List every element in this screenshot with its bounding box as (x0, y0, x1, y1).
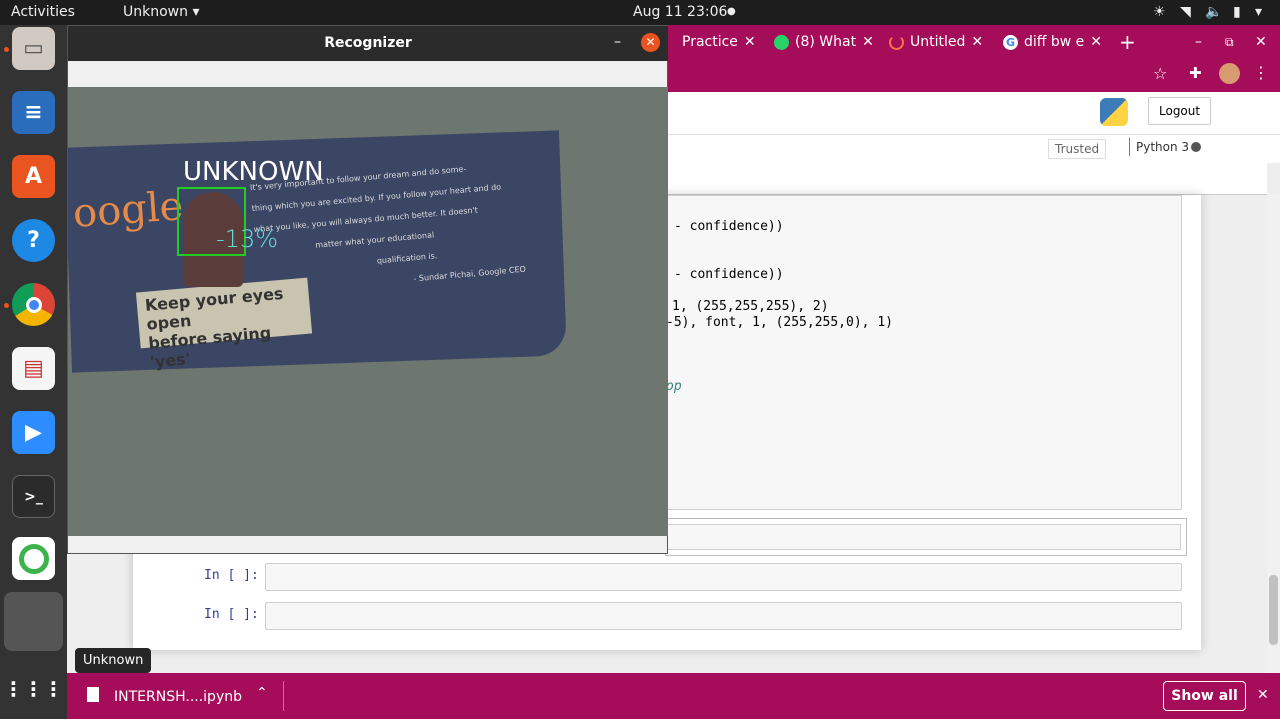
jupyter-menubar: Trusted Python 3 (667, 135, 1280, 163)
terminal-icon[interactable]: >_ (12, 475, 55, 518)
code-input[interactable] (265, 602, 1182, 630)
clock[interactable]: Aug 11 23:06 (633, 4, 727, 20)
jupyter-header: Logout (667, 92, 1280, 135)
chevron-up-icon[interactable]: ⌃ (256, 685, 268, 701)
bookmark-star-icon[interactable]: ☆ (1153, 64, 1167, 83)
tab-untitled[interactable]: Untitled ✕ (889, 31, 983, 53)
logout-button[interactable]: Logout (1148, 97, 1212, 125)
maximize-icon[interactable]: ⧉ (1225, 31, 1234, 53)
document-viewer-icon[interactable]: ▤ (12, 347, 55, 390)
google-icon: G (1003, 34, 1018, 50)
code-line: op (666, 379, 682, 394)
whatsapp-icon (774, 34, 789, 50)
loading-icon (889, 34, 904, 50)
show-applications-icon[interactable]: ⋮⋮⋮ (4, 667, 64, 710)
downloads-bar: INTERNSH....ipynb ⌃ Show all ✕ (67, 673, 1280, 719)
close-icon[interactable]: ✕ (1090, 34, 1102, 50)
code-line: 1, (255,255,255), 2) (672, 299, 829, 314)
close-icon[interactable]: ✕ (862, 34, 874, 50)
activities-button[interactable]: Activities (11, 4, 75, 20)
close-icon[interactable]: ✕ (641, 33, 660, 52)
wifi-icon[interactable]: ◥ (1180, 4, 1191, 20)
code-cell[interactable]: - confidence)) - confidence)) 1, (255,25… (665, 195, 1182, 510)
file-icon (87, 687, 99, 702)
cell-prompt: In [ ]: (204, 568, 259, 583)
new-tab-button[interactable]: + (1119, 30, 1136, 54)
selected-cell[interactable] (665, 518, 1187, 556)
code-line: - confidence)) (674, 219, 784, 234)
brightness-icon[interactable]: ☀ (1153, 4, 1166, 20)
dock: ▭ ≡ A ? ▤ ▶ >_ ⋮⋮⋮ (0, 25, 67, 719)
window-title: Recognizer (68, 26, 668, 61)
close-downloads-icon[interactable]: ✕ (1257, 687, 1269, 703)
trusted-badge[interactable]: Trusted (1048, 139, 1107, 159)
camera-feed: oogle It's very important to follow your… (68, 87, 668, 536)
recognizer-window: Recognizer – ✕ oogle It's very important… (67, 25, 668, 554)
top-bar: Activities Unknown ▾ Aug 11 23:06 ● ☀ ◥ … (0, 0, 1280, 25)
kernel-status-icon (1191, 142, 1201, 152)
zoom-icon[interactable]: ▶ (12, 411, 55, 454)
code-line: - confidence)) (674, 267, 784, 282)
code-input[interactable] (265, 563, 1182, 591)
close-icon[interactable]: ✕ (971, 34, 983, 50)
anaconda-icon[interactable] (12, 537, 55, 580)
minimize-icon[interactable]: – (1195, 31, 1202, 53)
chrome-icon[interactable] (12, 283, 55, 326)
volume-icon[interactable]: 🔈 (1205, 4, 1222, 20)
unknown-app-icon[interactable] (4, 592, 63, 651)
system-menu-arrow-icon[interactable]: ▾ (1255, 4, 1262, 20)
extensions-icon[interactable]: ✚ (1189, 64, 1202, 82)
scrollbar[interactable] (1267, 195, 1280, 673)
chrome-toolbar: ☆ ✚ ⋮ (667, 58, 1280, 92)
writer-icon[interactable]: ≡ (12, 91, 55, 134)
toolbar-strip (667, 163, 1267, 195)
avatar[interactable] (1219, 63, 1240, 84)
confidence-text: -13% (216, 225, 279, 253)
software-icon[interactable]: A (12, 155, 55, 198)
cell-prompt: In [ ]: (204, 607, 259, 622)
app-menu[interactable]: Unknown ▾ (123, 4, 199, 20)
show-all-button[interactable]: Show all (1163, 681, 1246, 711)
minimize-icon[interactable]: – (614, 34, 621, 50)
tab-diff[interactable]: Gdiff bw e ✕ (1003, 31, 1102, 53)
download-file-name[interactable]: INTERNSH....ipynb (114, 689, 242, 705)
close-icon[interactable]: ✕ (744, 34, 756, 50)
battery-icon[interactable]: ▮ (1233, 4, 1241, 20)
notification-dot-icon: ● (727, 6, 736, 17)
tab-whatsapp[interactable]: (8) What ✕ (774, 31, 874, 53)
google-logo: oogle (71, 183, 185, 237)
prediction-label: UNKNOWN (183, 157, 324, 187)
code-line: -5), font, 1, (255,255,0), 1) (666, 315, 893, 330)
window-close-icon[interactable]: ✕ (1255, 31, 1267, 53)
tooltip: Unknown (75, 648, 152, 673)
help-icon[interactable]: ? (12, 219, 55, 262)
chrome-menu-icon[interactable]: ⋮ (1253, 63, 1269, 82)
python-logo-icon (1100, 98, 1128, 126)
tab-practice[interactable]: Practice ✕ (682, 31, 756, 53)
kernel-name[interactable]: Python 3 (1136, 140, 1189, 154)
files-icon[interactable]: ▭ (12, 27, 55, 70)
chrome-tab-strip: Practice ✕ (8) What ✕ Untitled ✕ Gdiff bw e… (667, 25, 1280, 58)
